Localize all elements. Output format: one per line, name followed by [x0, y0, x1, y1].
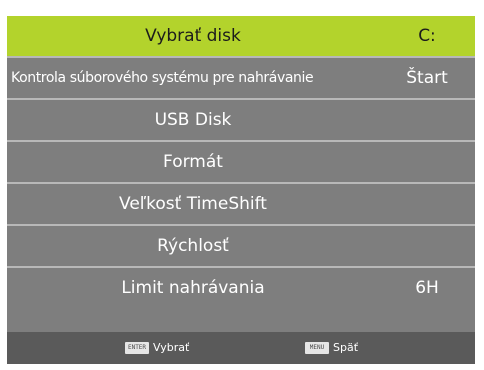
menu-item-value: C: — [418, 26, 436, 46]
menu-item-label: Rýchlosť — [157, 236, 229, 256]
back-hint[interactable]: MENU Späť — [305, 332, 358, 364]
menu-item-label: Vybrať disk — [145, 26, 241, 46]
enter-key-icon: ENTER — [125, 342, 149, 354]
menu-item-label: Kontrola súborového systému pre nahrávan… — [11, 70, 314, 86]
menu-item-timeshift-size[interactable]: Veľkosť TimeShift — [7, 184, 475, 224]
menu-item-label: USB Disk — [154, 110, 232, 130]
menu-item-value: 6H — [415, 278, 439, 298]
menu-key-icon: MENU — [305, 342, 329, 354]
footer-hint-bar: ENTER Vybrať MENU Späť — [7, 332, 475, 364]
menu-item-label: Limit nahrávania — [121, 278, 265, 298]
menu-item-speed[interactable]: Rýchlosť — [7, 226, 475, 266]
menu-item-usb-disk[interactable]: USB Disk — [7, 100, 475, 140]
menu-item-filesystem-check[interactable]: Kontrola súborového systému pre nahrávan… — [7, 58, 475, 98]
menu-item-record-limit[interactable]: Limit nahrávania 6H — [7, 268, 475, 308]
back-hint-label: Späť — [333, 341, 359, 354]
select-hint-label: Vybrať — [153, 341, 190, 354]
settings-menu: Vybrať disk C: Kontrola súborového systé… — [7, 16, 475, 364]
select-hint[interactable]: ENTER Vybrať — [125, 332, 189, 364]
menu-item-format[interactable]: Formát — [7, 142, 475, 182]
menu-item-label: Formát — [163, 152, 223, 172]
menu-item-value: Štart — [406, 68, 448, 88]
menu-item-select-disk[interactable]: Vybrať disk C: — [7, 16, 475, 56]
menu-item-label: Veľkosť TimeShift — [119, 194, 267, 214]
